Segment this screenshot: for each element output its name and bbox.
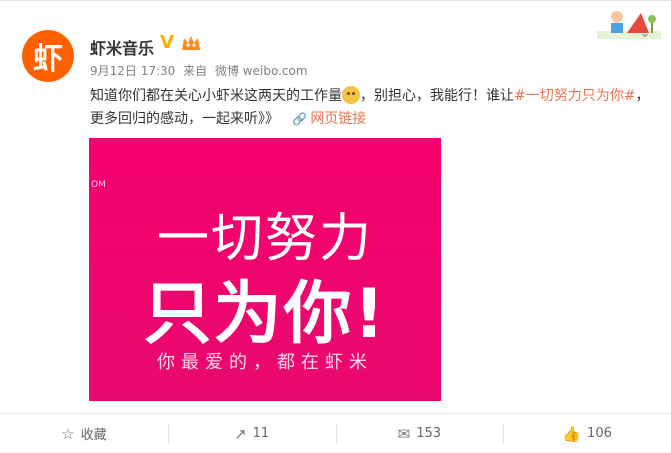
thumbs-up-icon: 👍 bbox=[562, 424, 582, 443]
member-badge-icon bbox=[182, 36, 200, 50]
repost-button[interactable]: ↗ 11 bbox=[167, 414, 336, 453]
source-prefix: 来自 bbox=[183, 64, 208, 78]
repost-icon: ↗ bbox=[234, 424, 247, 443]
comment-button[interactable]: ✉ 153 bbox=[335, 414, 504, 453]
author-name[interactable]: 虾米音乐 bbox=[90, 35, 154, 59]
image-subheadline: 只为你! bbox=[143, 275, 387, 354]
hashtag-link[interactable]: #一切努力只为你# bbox=[514, 88, 635, 104]
post-meta: 9月12日 17:30 来自 微博 weibo.com bbox=[90, 62, 312, 79]
verified-icon: V bbox=[160, 32, 174, 53]
post-text: 知道你们都在关心小虾米这两天的工作量 ，别担心，我能行！谁让#一切努力只为你#，更… bbox=[90, 85, 650, 131]
weibo-post-card: 虾 虾米音乐 V ⌄ 9月12日 17:30 来自 微博 weibo.com 知… bbox=[0, 0, 671, 452]
avatar[interactable]: 虾 bbox=[22, 30, 74, 82]
like-count: 106 bbox=[587, 426, 612, 441]
image-corner-text: OM bbox=[91, 180, 106, 190]
comment-icon: ✉ bbox=[397, 424, 411, 443]
link-icon: 🔗 bbox=[292, 112, 308, 126]
web-link-label: 网页链接 bbox=[310, 111, 367, 127]
avatar-glyph: 虾 bbox=[33, 42, 63, 77]
web-link[interactable]: 🔗 网页链接 bbox=[292, 111, 366, 127]
favorite-button[interactable]: ☆ 收藏 bbox=[0, 414, 168, 453]
repost-count: 11 bbox=[252, 426, 270, 441]
post-date[interactable]: 9月12日 17:30 bbox=[90, 64, 175, 78]
star-icon: ☆ bbox=[61, 424, 75, 443]
like-button[interactable]: 👍 106 bbox=[503, 414, 671, 453]
post-text-part2: ，别担心，我能行！谁让 bbox=[360, 88, 514, 104]
image-tagline: 你最爱的，都在虾米 bbox=[157, 352, 373, 373]
chevron-down-icon[interactable]: ⌄ bbox=[639, 26, 653, 40]
favorite-label: 收藏 bbox=[80, 428, 107, 443]
comment-count: 153 bbox=[416, 426, 442, 441]
smiley-emoji-icon bbox=[342, 86, 360, 104]
post-text-part1: 知道你们都在关心小虾米这两天的工作量 bbox=[90, 88, 342, 104]
action-bar: ☆ 收藏 ↗ 11 ✉ 153 👍 106 bbox=[0, 414, 671, 453]
post-source[interactable]: 微博 weibo.com bbox=[215, 64, 308, 78]
post-image[interactable]: OM 一切努力 只为你! 你最爱的，都在虾米 bbox=[89, 138, 441, 401]
